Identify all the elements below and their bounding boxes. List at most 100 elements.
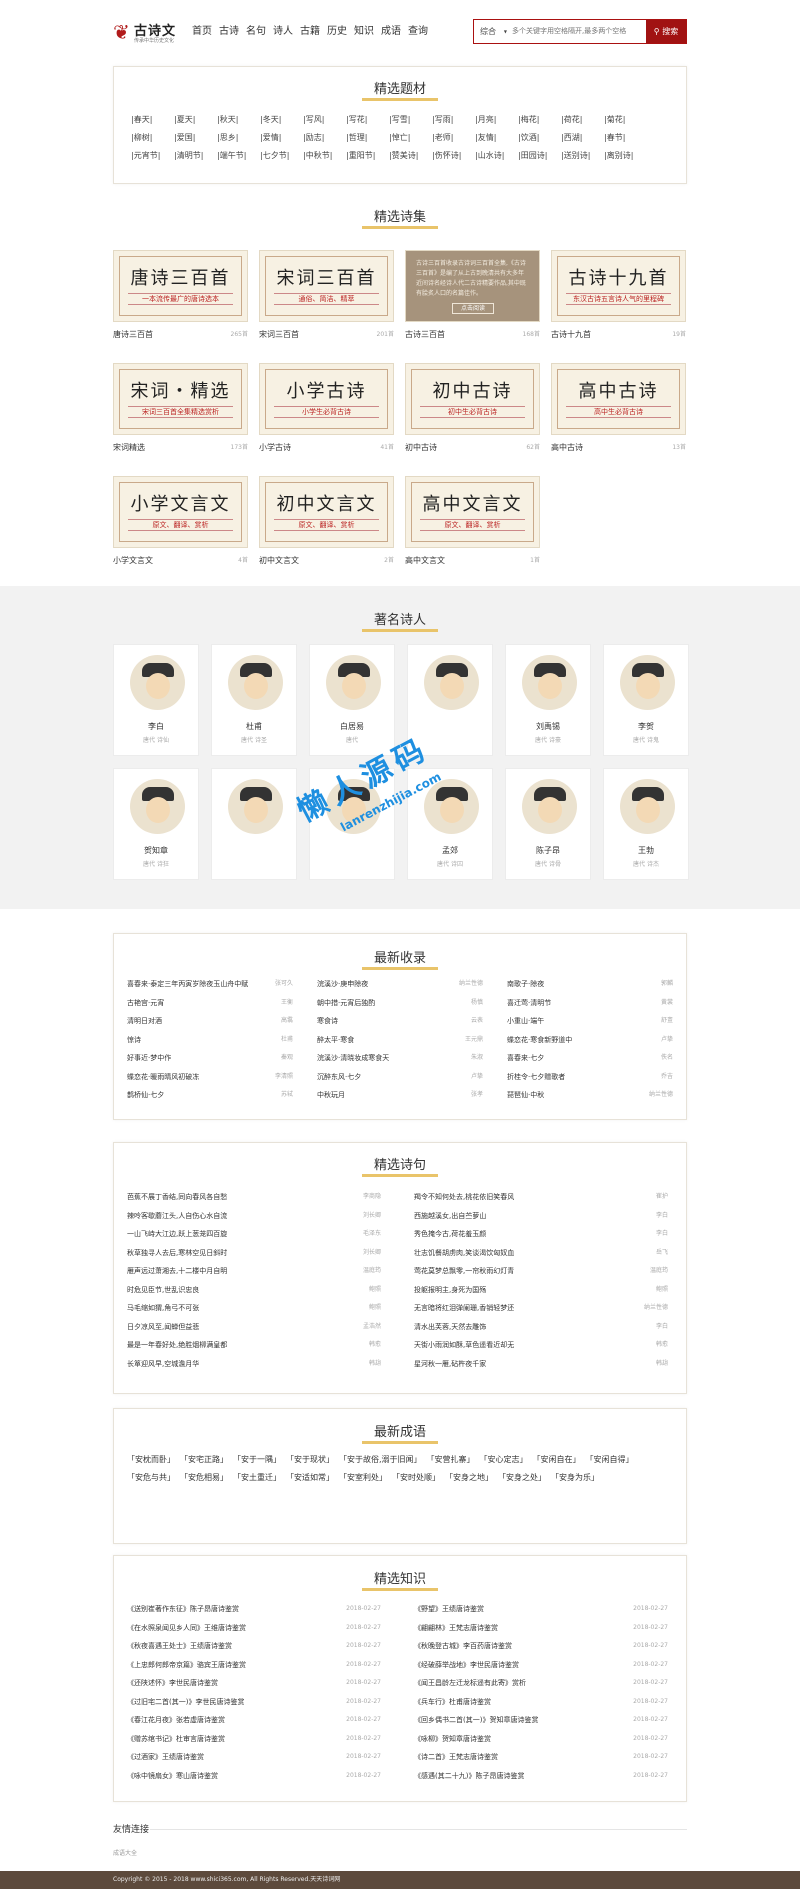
topic-item[interactable]: |春节|	[604, 130, 647, 145]
topic-item[interactable]: |山水诗|	[475, 148, 518, 163]
poet-name[interactable]: 白居易	[310, 721, 394, 732]
knowledge-title-link[interactable]: 《回乡偶书二首(其一)》贺知章唐诗鉴赏	[414, 1711, 538, 1730]
poem-title[interactable]: 南歌子·除夜	[507, 975, 544, 994]
nav-item[interactable]: 首页	[192, 24, 212, 40]
knowledge-row[interactable]: 《赠苏绾书记》杜审言唐诗鉴赏 2018-02-27	[127, 1730, 381, 1749]
poem-title[interactable]: 折桂令·七夕赠歌者	[507, 1068, 565, 1087]
knowledge-row[interactable]: 《春江花月夜》张若虚唐诗鉴赏 2018-02-27	[127, 1711, 381, 1730]
knowledge-row[interactable]: 《野望》王绩唐诗鉴赏 2018-02-27	[414, 1600, 668, 1619]
sentence-text[interactable]: 西施越溪女,出自苎萝山	[414, 1207, 486, 1226]
latest-row[interactable]: 醉太平·寒食 王元鼎	[317, 1031, 483, 1050]
latest-row[interactable]: 寒食诗 云表	[317, 1012, 483, 1031]
knowledge-row[interactable]: 《诗二首》王梵志唐诗鉴赏 2018-02-27	[414, 1748, 668, 1767]
sentences-row[interactable]: 秀色掩今古,荷花羞玉颜 李白	[414, 1225, 668, 1244]
collection-cover[interactable]: 宋词三百首 通俗、简洁、精萃	[259, 250, 394, 322]
knowledge-row[interactable]: 《回乡偶书二首(其一)》贺知章唐诗鉴赏 2018-02-27	[414, 1711, 668, 1730]
knowledge-row[interactable]: 《还陕述怀》李世民唐诗鉴赏 2018-02-27	[127, 1674, 381, 1693]
topic-item[interactable]: |饮酒|	[518, 130, 561, 145]
latest-row[interactable]: 喜春来·泰定三年丙寅岁除夜玉山舟中赋 张可久	[127, 975, 293, 994]
poem-title[interactable]: 惊诗	[127, 1031, 141, 1050]
knowledge-title-link[interactable]: 《过酒家》王绩唐诗鉴赏	[127, 1748, 204, 1767]
knowledge-title-link[interactable]: 《闻王昌龄左迁龙标遥有此寄》赏析	[414, 1674, 526, 1693]
latest-row[interactable]: 朝中措·元宵后独酌 杨慎	[317, 994, 483, 1013]
collection-label[interactable]: 宋词三百首	[259, 329, 299, 340]
poet-name[interactable]: 杜甫	[212, 721, 296, 732]
collection-card[interactable]: 小学古诗 小学生必背古诗 小学古诗 41首	[259, 363, 394, 453]
idiom-item[interactable]: 「安宅正路」	[180, 1451, 228, 1469]
knowledge-row[interactable]: 《感遇(其二十九)》陈子昂唐诗鉴赏 2018-02-27	[414, 1767, 668, 1786]
collection-card[interactable]: 高中文言文 原文、翻译、赏析 高中文言文 1首	[405, 476, 540, 565]
topic-item[interactable]: |荷花|	[561, 112, 604, 127]
topic-item[interactable]: |柳树|	[131, 130, 174, 145]
poem-title[interactable]: 中秋玩月	[317, 1086, 345, 1105]
topic-item[interactable]: |中秋节|	[303, 148, 346, 163]
idiom-item[interactable]: 「安闲自得」	[586, 1451, 634, 1469]
topic-item[interactable]: |七夕节|	[260, 148, 303, 163]
sentences-row[interactable]: 辣呤客歇蘑江头,人自伤心水自流 刘长卿	[127, 1207, 381, 1226]
knowledge-title-link[interactable]: 《咏中镜扇女》寒山唐诗鉴赏	[127, 1767, 218, 1786]
knowledge-title-link[interactable]: 《还陕述怀》李世民唐诗鉴赏	[127, 1674, 218, 1693]
latest-row[interactable]: 蝶恋花·寒食新野道中 卢挚	[507, 1031, 673, 1050]
poet-name[interactable]: 李贺	[604, 721, 688, 732]
poet-card[interactable]	[211, 768, 297, 880]
poet-card[interactable]: 杜甫 唐代 诗圣	[211, 644, 297, 756]
poet-name[interactable]: 王勃	[604, 845, 688, 856]
sentence-text[interactable]: 投躯报明主,身死为国殇	[414, 1281, 486, 1300]
collection-card[interactable]: 古诗三百首收录古诗词三百首全集,《古诗三百首》是编了从上古到晚清共有大多年近间诗…	[405, 250, 540, 339]
collection-cover[interactable]: 高中古诗 高中生必背古诗	[551, 363, 686, 435]
nav-item[interactable]: 古籍	[300, 24, 320, 40]
sentences-row[interactable]: 最是一年春好处,绝胜烟柳满皇都 韩愈	[127, 1336, 381, 1355]
poem-title[interactable]: 古艳宫·元宵	[127, 994, 164, 1013]
poet-card[interactable]: 李白 唐代 诗仙	[113, 644, 199, 756]
poet-avatar[interactable]	[522, 779, 577, 834]
friend-link[interactable]: 成语大全	[113, 1848, 137, 1857]
sentences-row[interactable]: 投躯报明主,身死为国殇 鲍照	[414, 1281, 668, 1300]
idiom-item[interactable]: 「安心定志」	[480, 1451, 528, 1469]
collection-cover[interactable]: 小学文言文 原文、翻译、赏析	[113, 476, 248, 548]
sentences-row[interactable]: 清水出芙蓉,天然去雕饰 李白	[414, 1318, 668, 1337]
poet-avatar[interactable]	[130, 655, 185, 710]
sentence-text[interactable]: 无言暗将红泪弹阑珊,香销轻梦还	[414, 1299, 514, 1318]
latest-row[interactable]: 好事近·梦中作 秦观	[127, 1049, 293, 1068]
poet-avatar[interactable]	[130, 779, 185, 834]
topic-item[interactable]: |月亮|	[475, 112, 518, 127]
topic-item[interactable]: |离别诗|	[604, 148, 647, 163]
poem-title[interactable]: 浣溪沙·清晓妆成寒食天	[317, 1049, 389, 1068]
knowledge-title-link[interactable]: 《翩翩林》王梵志唐诗鉴赏	[414, 1619, 498, 1638]
knowledge-row[interactable]: 《在水照泉闻见乡人同》王维唐诗鉴赏 2018-02-27	[127, 1619, 381, 1638]
poem-title[interactable]: 蝶恋花·寒食新野道中	[507, 1031, 572, 1050]
collection-cover[interactable]: 古诗三百首收录古诗词三百首全集,《古诗三百首》是编了从上古到晚清共有大多年近间诗…	[405, 250, 540, 322]
sentences-row[interactable]: 无言暗将红泪弹阑珊,香销轻梦还 纳兰性德	[414, 1299, 668, 1318]
collection-card[interactable]: 古诗十九首 东汉古诗五言诗人气的里程碑 古诗十九首 19首	[551, 250, 686, 339]
poet-card[interactable]: 白居易 唐代	[309, 644, 395, 756]
sentences-row[interactable]: 羯令不知何处去,桃花依旧笑春风 崔护	[414, 1188, 668, 1207]
idiom-item[interactable]: 「安身之地」	[445, 1469, 493, 1487]
collection-label[interactable]: 小学古诗	[259, 442, 291, 453]
site-logo[interactable]: ❦ 古诗文 传承中华历史文化	[113, 20, 183, 48]
knowledge-title-link[interactable]: 《秋晚登古城》李百药唐诗鉴赏	[414, 1637, 512, 1656]
topic-item[interactable]: |送别诗|	[561, 148, 604, 163]
poem-title[interactable]: 鹊桥仙·七夕	[127, 1086, 164, 1105]
latest-row[interactable]: 沉醉东风·七夕 卢挚	[317, 1068, 483, 1087]
topic-item[interactable]: |思乡|	[217, 130, 260, 145]
sentences-row[interactable]: 芭蕉不展丁香结,同向春风各自愁 李商隐	[127, 1188, 381, 1207]
topic-item[interactable]: |友情|	[475, 130, 518, 145]
nav-item[interactable]: 名句	[246, 24, 266, 40]
collection-cover[interactable]: 高中文言文 原文、翻译、赏析	[405, 476, 540, 548]
sentence-text[interactable]: 时危见臣节,世乱识忠良	[127, 1281, 199, 1300]
latest-row[interactable]: 琵琶仙·中秋 纳兰性德	[507, 1086, 673, 1105]
sentence-text[interactable]: 秀色掩今古,荷花羞玉颜	[414, 1225, 486, 1244]
topic-item[interactable]: |爱情|	[260, 130, 303, 145]
sentences-row[interactable]: 时危见臣节,世乱识忠良 鲍照	[127, 1281, 381, 1300]
nav-item[interactable]: 古诗	[219, 24, 239, 40]
topic-item[interactable]: |写风|	[303, 112, 346, 127]
sentences-row[interactable]: 一山飞峙大江边,跃上葱茏四百旋 毛泽东	[127, 1225, 381, 1244]
latest-row[interactable]: 惊诗 杜甫	[127, 1031, 293, 1050]
knowledge-row[interactable]: 《兵车行》杜甫唐诗鉴赏 2018-02-27	[414, 1693, 668, 1712]
idiom-item[interactable]: 「安于故俗,溺于旧闻」	[339, 1451, 422, 1469]
topic-item[interactable]: |赞美诗|	[389, 148, 432, 163]
poet-card[interactable]: 王勃 唐代 诗杰	[603, 768, 689, 880]
topic-item[interactable]: |爱国|	[174, 130, 217, 145]
latest-row[interactable]: 清明日对酒 高翥	[127, 1012, 293, 1031]
idiom-item[interactable]: 「安于现状」	[286, 1451, 334, 1469]
